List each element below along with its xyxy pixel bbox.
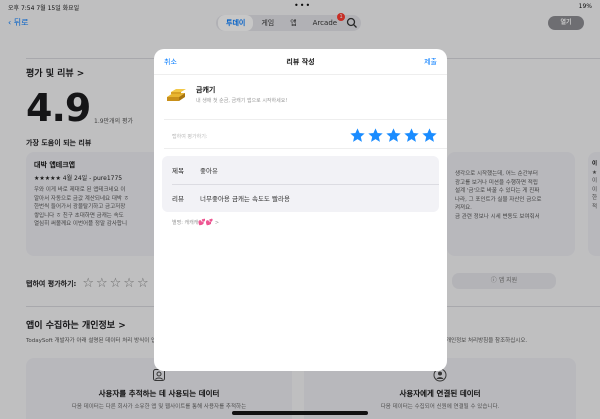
gold-bar-icon [167, 89, 186, 101]
star-icon[interactable] [350, 128, 365, 143]
nickname-row[interactable]: 별명: 캐캐캐💕💕 > [172, 219, 219, 226]
divider [164, 119, 447, 120]
home-indicator[interactable] [232, 411, 368, 415]
star-rating[interactable] [350, 128, 437, 143]
review-form: 제목 좋아유 리뷰 너무좋아용 금캐는 속도도 빨라용 [162, 156, 439, 212]
write-review-modal: 취소 리뷰 작성 제출 금캐기 내 생애 첫 순금, 금캐기 앱으로 시작하세요… [154, 49, 447, 371]
title-field[interactable]: 제목 좋아유 [162, 156, 439, 184]
star-icon[interactable] [386, 128, 401, 143]
modal-header: 취소 리뷰 작성 제출 [154, 49, 447, 75]
review-field[interactable]: 리뷰 너무좋아용 금캐는 속도도 빨라용 [162, 184, 439, 212]
app-info: 금캐기 내 생애 첫 순금, 금캐기 앱으로 시작하세요! [164, 79, 287, 109]
title-field-value[interactable]: 좋아유 [200, 165, 218, 175]
hearts-emoji: 💕💕 [198, 219, 214, 226]
rate-label: 탭하여 평가하기: [172, 134, 208, 140]
star-icon[interactable] [404, 128, 419, 143]
submit-button[interactable]: 제출 [424, 57, 437, 67]
star-icon[interactable] [368, 128, 383, 143]
star-icon[interactable] [422, 128, 437, 143]
review-field-label: 리뷰 [172, 195, 184, 203]
divider [164, 148, 447, 149]
review-field-value[interactable]: 너무좋아용 금캐는 속도도 빨라용 [200, 193, 290, 203]
app-name: 금캐기 [196, 85, 216, 94]
modal-title: 리뷰 작성 [286, 58, 315, 66]
chevron-right-icon: > [214, 220, 220, 226]
title-field-label: 제목 [172, 167, 184, 175]
nickname-text: 별명: 캐캐캐 [172, 220, 199, 226]
app-description: 내 생애 첫 순금, 금캐기 앱으로 시작하세요! [196, 97, 288, 104]
